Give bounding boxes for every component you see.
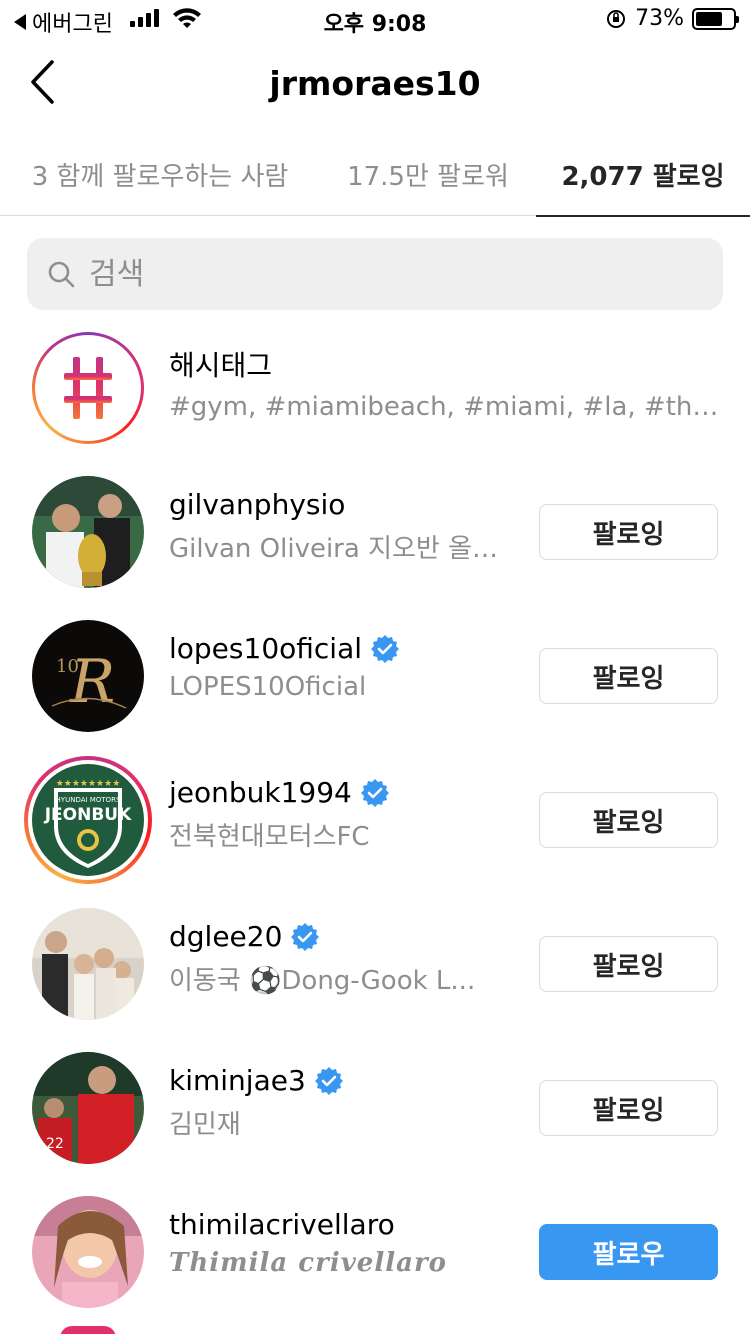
svg-text:HYUNDAI MOTORS: HYUNDAI MOTORS	[56, 796, 121, 804]
following-button[interactable]: 팔로잉	[539, 504, 718, 560]
username: lopes10oficial	[169, 632, 400, 665]
svg-text:R: R	[69, 647, 115, 717]
username-text: gilvanphysio	[169, 488, 346, 521]
username-text: thimilacrivellaro	[169, 1208, 395, 1241]
battery-icon	[692, 7, 739, 30]
following-button[interactable]: 팔로잉	[539, 792, 718, 848]
full-name: 이동국 ⚽Dong-Gook L...	[169, 966, 476, 996]
hashtag-avatar	[32, 332, 144, 444]
avatar-image: ★★★★★★★★ HYUNDAI MOTORS JEONBUK	[32, 764, 144, 876]
orientation-lock-icon	[607, 9, 626, 28]
list-item[interactable]: 22 kiminjae3 김민재 팔로잉	[0, 1052, 750, 1172]
avatar-image: 22	[32, 1052, 144, 1164]
status-bar: 에버그린 오후 9:08 73%	[0, 0, 750, 40]
list-item[interactable]: ★★★★★★★★ HYUNDAI MOTORS JEONBUK jeonbuk1…	[0, 756, 750, 884]
follow-tabs: 3 함께 팔로우하는 사람 17.5만 팔로워 2,077 팔로잉	[0, 132, 750, 217]
avatar[interactable]	[32, 1196, 144, 1308]
avatar-story-ring[interactable]: ★★★★★★★★ HYUNDAI MOTORS JEONBUK	[24, 756, 152, 884]
avatar[interactable]: 22	[32, 1052, 144, 1164]
following-button[interactable]: 팔로잉	[539, 648, 718, 704]
verified-badge-icon	[371, 634, 400, 663]
full-name: LOPES10Oficial	[169, 672, 367, 702]
list-item[interactable]: thimilacrivellaro Thimila crivellaro 팔로우	[0, 1196, 750, 1316]
tab-label: 17.5만 팔로워	[347, 161, 509, 192]
list-item[interactable]: gilvanphysio Gilvan Oliveira 지오반 올… 팔로잉	[0, 476, 750, 596]
hashtags-subtitle: #gym, #miamibeach, #miami, #la, #thisis.…	[169, 392, 719, 422]
full-name: 전북현대모터스FC	[169, 822, 370, 852]
tab-following[interactable]: 2,077 팔로잉	[536, 132, 750, 217]
list-item[interactable]: 10 R lopes10oficial LOPES10Oficial 팔로잉	[0, 620, 750, 740]
svg-text:★★★★★★★★: ★★★★★★★★	[56, 779, 121, 789]
tab-label: 3 함께 팔로우하는 사람	[31, 161, 289, 192]
full-name: Gilvan Oliveira 지오반 올…	[169, 534, 499, 564]
following-button[interactable]: 팔로잉	[539, 936, 718, 992]
tab-followers[interactable]: 17.5만 팔로워	[320, 132, 536, 216]
avatar[interactable]	[32, 476, 144, 588]
verified-badge-icon	[360, 778, 389, 807]
battery-percent: 73%	[635, 6, 684, 31]
full-name: Thimila crivellaro	[169, 1248, 447, 1278]
avatar[interactable]	[32, 908, 144, 1020]
follow-button[interactable]: 팔로우	[539, 1224, 718, 1280]
avatar-image: 10 R	[32, 620, 144, 732]
svg-text:JEONBUK: JEONBUK	[44, 805, 132, 825]
next-avatar-peek	[60, 1326, 116, 1334]
hashtags-title: 해시태그	[169, 349, 273, 382]
username: thimilacrivellaro	[169, 1208, 395, 1241]
verified-badge-icon	[291, 922, 320, 951]
avatar-image	[32, 908, 144, 1020]
username: gilvanphysio	[169, 488, 345, 521]
username-text: dglee20	[169, 920, 283, 953]
verified-badge-icon	[314, 1066, 343, 1095]
username-text: kiminjae3	[169, 1064, 306, 1097]
full-name: 김민재	[169, 1110, 241, 1140]
hashtag-icon	[64, 357, 112, 419]
username-text: jeonbuk1994	[169, 776, 352, 809]
battery-fill	[696, 11, 723, 26]
svg-text:22: 22	[46, 1136, 64, 1152]
page-title: jrmoraes10	[269, 64, 481, 103]
hashtags-row[interactable]: 해시태그 #gym, #miamibeach, #miami, #la, #th…	[0, 332, 750, 452]
list-item[interactable]: dglee20 이동국 ⚽Dong-Gook L... 팔로잉	[0, 908, 750, 1028]
navigation-header: jrmoraes10	[0, 44, 750, 124]
username-text: lopes10oficial	[169, 632, 363, 665]
username: kiminjae3	[169, 1064, 344, 1097]
avatar-image	[32, 1196, 144, 1308]
search-input[interactable]	[89, 256, 689, 292]
search-icon	[48, 261, 75, 288]
username: dglee20	[169, 920, 320, 953]
username: jeonbuk1994	[169, 776, 390, 809]
following-button[interactable]: 팔로잉	[539, 1080, 718, 1136]
avatar[interactable]: 10 R	[32, 620, 144, 732]
active-tab-indicator	[536, 215, 750, 217]
tab-label: 2,077 팔로잉	[561, 161, 725, 192]
search-bar[interactable]	[27, 238, 723, 310]
tab-mutual-followers[interactable]: 3 함께 팔로우하는 사람	[0, 132, 320, 216]
avatar-image	[32, 476, 144, 588]
